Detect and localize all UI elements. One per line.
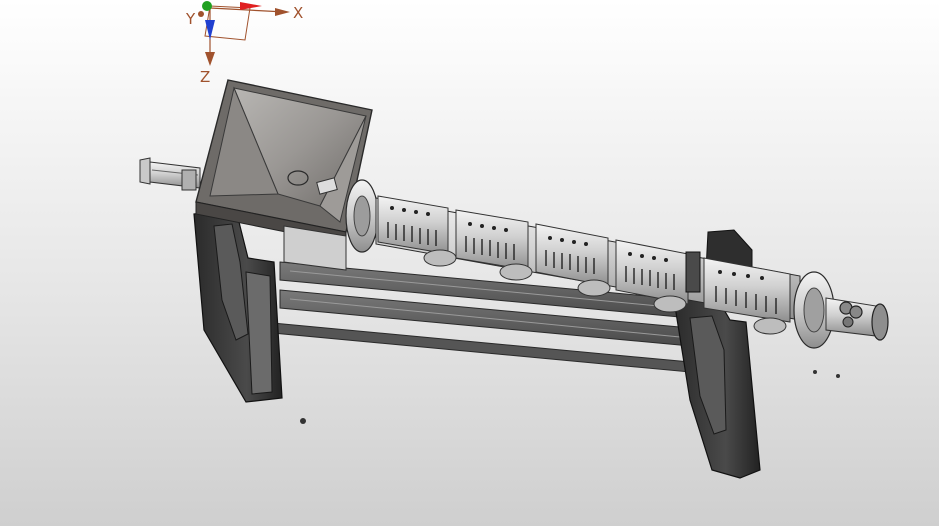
triad-z-label: Z xyxy=(200,68,210,86)
triad-y-green-icon xyxy=(202,1,212,11)
expeller-press-model[interactable] xyxy=(139,79,889,479)
outlet-assembly xyxy=(793,271,889,349)
barrel-inlet-flange xyxy=(345,179,379,253)
triad-y-label: Y xyxy=(185,10,196,28)
triad-z-arrow-icon xyxy=(205,52,215,66)
triad-x-red-arrow-icon xyxy=(240,2,262,10)
3d-viewport[interactable]: X Y Z xyxy=(0,0,939,526)
triad-origin-icon xyxy=(198,11,204,17)
triad-x-label: X xyxy=(293,4,303,22)
coordinate-triad[interactable]: X Y Z xyxy=(185,1,303,86)
triad-x-arrow-icon xyxy=(275,8,290,16)
loose-fasteners xyxy=(300,370,840,424)
input-shaft xyxy=(139,157,201,191)
left-support-leg xyxy=(193,209,283,403)
